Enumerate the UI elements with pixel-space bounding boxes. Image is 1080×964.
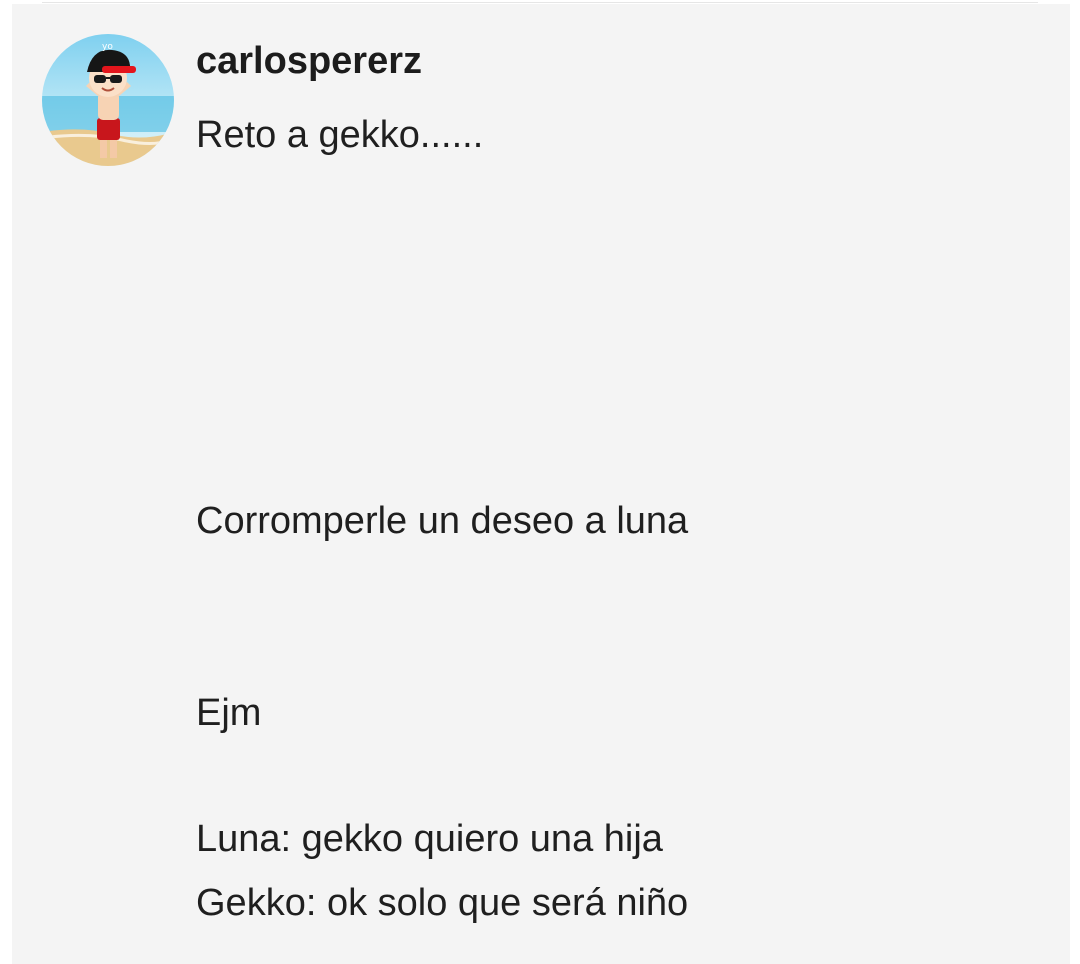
top-divider bbox=[42, 2, 1038, 3]
post-text-line: Luna: gekko quiero una hija bbox=[196, 818, 663, 860]
post-card: yo carlospererz Reto a gekko...... Corro… bbox=[12, 4, 1070, 964]
avatar-yo-lettering: yo bbox=[102, 42, 113, 52]
post-author-username[interactable]: carlospererz bbox=[196, 40, 422, 83]
user-avatar[interactable]: yo bbox=[42, 34, 174, 166]
avatar-image: yo bbox=[42, 34, 174, 166]
post-text-line: Corromperle un deseo a luna bbox=[196, 500, 689, 542]
post-text-line: Reto a gekko...... bbox=[196, 114, 484, 156]
post-text-line: Gekko: ok solo que será niño bbox=[196, 882, 689, 924]
post-text-line: Ejm bbox=[196, 692, 262, 734]
